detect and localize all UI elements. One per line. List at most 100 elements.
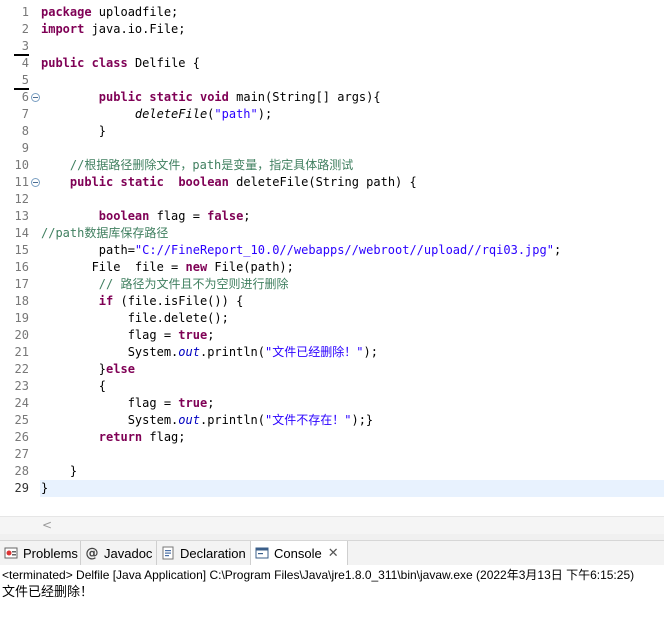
close-icon[interactable]: ✕ bbox=[328, 546, 339, 561]
tab-label: Javadoc bbox=[104, 545, 153, 561]
code-line[interactable]: package uploadfile; bbox=[40, 4, 664, 21]
code-line[interactable]: public static boolean deleteFile(String … bbox=[40, 174, 664, 191]
console-view[interactable]: <terminated> Delfile [Java Application] … bbox=[0, 565, 664, 618]
line-number: 25 bbox=[14, 413, 29, 427]
line-number: 20 bbox=[14, 328, 29, 342]
code-editor[interactable]: 1 2 3 4 5 6 7 8 9 10 11 12 13 14 15 16 17 18 19 20 21 22 23 24 2… bbox=[0, 0, 664, 516]
code-token: import bbox=[41, 22, 85, 36]
code-line[interactable] bbox=[40, 446, 664, 463]
line-number: 13 bbox=[14, 209, 29, 223]
code-line[interactable]: } bbox=[40, 123, 664, 140]
code-line[interactable] bbox=[40, 191, 664, 208]
code-line[interactable] bbox=[40, 140, 664, 157]
code-token: 是变量，指定具体路测试 bbox=[221, 158, 354, 172]
line-number: 4 bbox=[21, 56, 29, 70]
code-line[interactable] bbox=[40, 72, 664, 89]
code-token: true bbox=[178, 396, 208, 410]
line-number: 28 bbox=[14, 464, 29, 478]
line-number: 15 bbox=[14, 243, 29, 257]
line-number: 1 bbox=[21, 5, 29, 19]
code-line[interactable]: if (file.isFile()) { bbox=[40, 293, 664, 310]
code-token: true bbox=[178, 328, 208, 342]
scroll-left-arrow-icon[interactable]: < bbox=[42, 518, 52, 532]
code-line[interactable]: } bbox=[40, 463, 664, 480]
line-number: 7 bbox=[21, 107, 29, 121]
code-line[interactable]: path="C://FineReport_10.0//webapps//webr… bbox=[40, 242, 664, 259]
code-token: (file.isFile()) { bbox=[113, 294, 244, 308]
code-token: 文件不存在！ bbox=[272, 413, 345, 427]
code-line[interactable]: //根据路径删除文件，path是变量，指定具体路测试 bbox=[40, 157, 664, 174]
code-token: } bbox=[41, 464, 78, 478]
line-number: 23 bbox=[14, 379, 29, 393]
tab-declaration[interactable]: Declaration bbox=[157, 541, 251, 565]
code-token: false bbox=[207, 209, 244, 223]
declaration-icon bbox=[160, 545, 176, 561]
code-token: } bbox=[41, 124, 107, 138]
line-number: 19 bbox=[14, 311, 29, 325]
code-token: ); bbox=[257, 107, 273, 121]
code-token: package bbox=[41, 5, 92, 19]
code-token: flag = bbox=[41, 328, 179, 342]
code-line[interactable]: // 路径为文件且不为空则进行删除 bbox=[40, 276, 664, 293]
code-line[interactable]: System.out.println("文件不存在！");} bbox=[40, 412, 664, 429]
line-number: 16 bbox=[14, 260, 29, 274]
code-token: // bbox=[41, 158, 85, 172]
code-token: System. bbox=[41, 345, 179, 359]
code-token: 根据路径删除文件， bbox=[84, 158, 193, 172]
code-line[interactable]: import java.io.File; bbox=[40, 21, 664, 38]
code-line[interactable] bbox=[40, 38, 664, 55]
tab-console[interactable]: Console ✕ bbox=[251, 541, 348, 565]
line-number: 6 bbox=[21, 90, 29, 104]
code-token: .println( bbox=[199, 413, 265, 427]
code-line[interactable]: File file = new File(path); bbox=[40, 259, 664, 276]
code-line[interactable]: file.delete(); bbox=[40, 310, 664, 327]
code-area[interactable]: package uploadfile; import java.io.File; p… bbox=[40, 4, 664, 497]
code-token: deleteFile bbox=[134, 107, 208, 121]
code-line[interactable]: boolean flag = false; bbox=[40, 208, 664, 225]
code-token: public bbox=[41, 56, 85, 70]
code-line[interactable]: public static void main(String[] args){ bbox=[40, 89, 664, 106]
line-number: 14 bbox=[14, 226, 29, 240]
code-token: } bbox=[41, 481, 49, 495]
code-line[interactable]: } bbox=[40, 480, 664, 497]
code-token: );} bbox=[351, 413, 374, 427]
code-token: // bbox=[41, 277, 121, 291]
code-token: static bbox=[120, 175, 164, 189]
code-token: public bbox=[69, 175, 114, 189]
code-line[interactable]: return flag; bbox=[40, 429, 664, 446]
horizontal-scrollbar[interactable]: < bbox=[0, 516, 664, 534]
code-line[interactable]: public class Delfile { bbox=[40, 55, 664, 72]
bottom-panel-tabbar: Problems @ Javadoc Declaration Console ✕ bbox=[0, 540, 664, 566]
code-token: static bbox=[149, 90, 193, 104]
fold-collapse-icon[interactable] bbox=[31, 93, 40, 102]
code-line[interactable]: //path数据库保存路径 bbox=[40, 225, 664, 242]
fold-collapse-icon[interactable] bbox=[31, 178, 40, 187]
code-token: //path bbox=[41, 226, 85, 240]
line-number: 26 bbox=[14, 430, 29, 444]
tab-label: Console bbox=[274, 545, 322, 561]
code-line[interactable]: flag = true; bbox=[40, 395, 664, 412]
code-token: flag; bbox=[142, 430, 186, 444]
code-token: Delfile { bbox=[127, 56, 200, 70]
code-line[interactable]: System.out.println("文件已经删除！"); bbox=[40, 344, 664, 361]
code-token: .println( bbox=[199, 345, 265, 359]
tab-javadoc[interactable]: @ Javadoc bbox=[81, 541, 157, 565]
code-line[interactable]: flag = true; bbox=[40, 327, 664, 344]
code-line[interactable]: deleteFile("path"); bbox=[40, 106, 664, 123]
code-token: 文件已经删除！ bbox=[272, 345, 357, 359]
console-output: 文件已经删除！ bbox=[2, 585, 94, 600]
change-marker bbox=[14, 88, 29, 90]
code-token: out bbox=[178, 345, 200, 359]
code-token: ; bbox=[207, 328, 215, 342]
code-token: if bbox=[98, 294, 114, 308]
tab-label: Problems bbox=[23, 545, 78, 561]
code-token: void bbox=[199, 90, 229, 104]
code-line[interactable]: }else bbox=[40, 361, 664, 378]
code-line[interactable]: { bbox=[40, 378, 664, 395]
tab-problems[interactable]: Problems bbox=[0, 541, 81, 565]
code-token: ; bbox=[243, 209, 251, 223]
